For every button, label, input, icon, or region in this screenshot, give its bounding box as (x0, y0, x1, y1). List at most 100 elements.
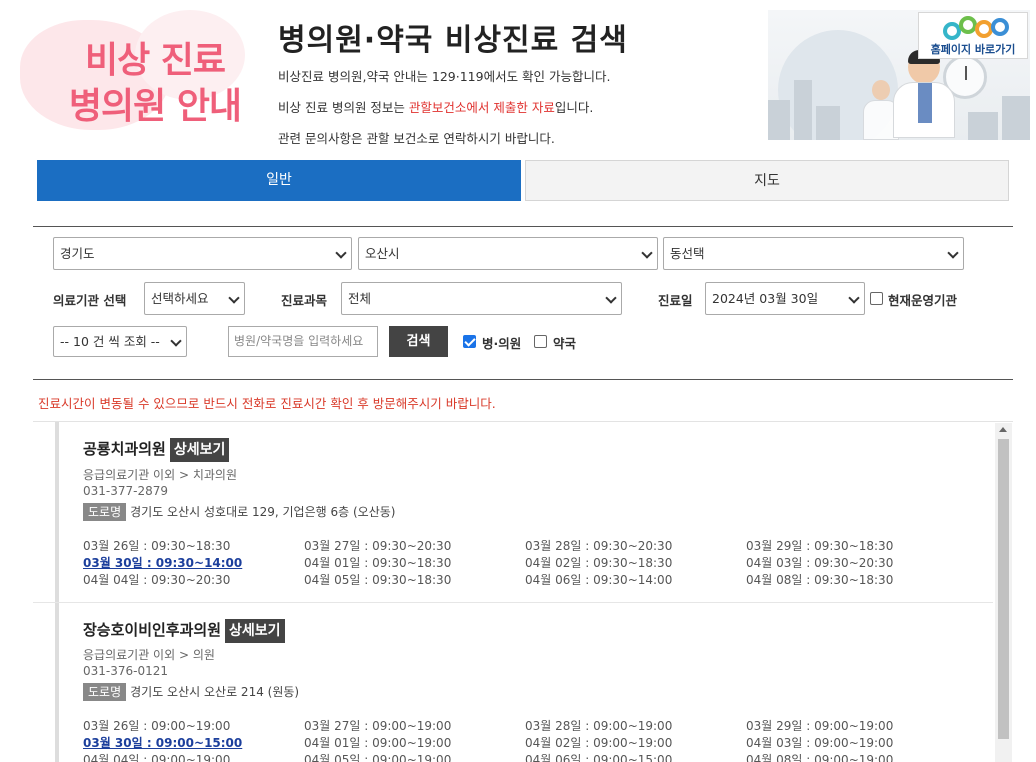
desc-text-end: 입니다. (554, 100, 594, 115)
hour-entry: 04월 03일 : 09:00~19:00 (746, 736, 894, 750)
hospital-label: 병·의원 (482, 336, 522, 351)
hour-entry: 04월 01일 : 09:30~18:30 (304, 556, 452, 570)
detail-button[interactable]: 상세보기 (169, 438, 230, 462)
province-select[interactable]: 경기도 (53, 237, 352, 270)
list-item: 공룡치과의원 상세보기 응급의료기관 이외 > 치과의원 031-377-2879… (55, 422, 995, 602)
dong-select[interactable]: 동선택 (663, 237, 964, 270)
building-shape (794, 80, 812, 140)
tab-general[interactable]: 일반 (37, 160, 521, 201)
hour-entry: 03월 28일 : 09:30~20:30 (525, 539, 673, 553)
hour-entry: 03월 26일 : 09:30~18:30 (83, 539, 231, 553)
institution-label: 의료기관 선택 (53, 293, 127, 308)
dept-label: 진료과목 (281, 293, 328, 308)
city-value: 오산시 (365, 246, 400, 261)
hour-entry: 03월 27일 : 09:00~19:00 (304, 719, 452, 733)
hour-entry-today[interactable]: 03월 30일 : 09:30~14:00 (83, 554, 242, 571)
date-label: 진료일 (658, 293, 693, 308)
building-shape (968, 112, 998, 140)
building-shape (816, 106, 840, 140)
homepage-link[interactable]: 홈페이지 바로가기 (918, 12, 1028, 59)
page-size-select[interactable]: -- 10 건 씩 조회 -- (53, 326, 187, 357)
institution-select[interactable]: 선택하세요 (144, 282, 245, 315)
institution-phone: 031-377-2879 (83, 484, 169, 498)
chevron-down-icon (641, 247, 653, 259)
hour-entry: 04월 05일 : 09:30~18:30 (304, 573, 452, 587)
building-shape (1002, 96, 1030, 140)
date-value: 2024년 03월 30일 (712, 291, 819, 306)
institution-name-text: 공룡치과의원 (83, 440, 166, 458)
hour-entry: 04월 06일 : 09:00~15:00 (525, 753, 673, 762)
institution-name: 장승호이비인후과의원 상세보기 (83, 619, 285, 643)
hour-entry: 04월 05일 : 09:00~19:00 (304, 753, 452, 762)
institution-category: 응급의료기관 이외 > 치과의원 (83, 468, 237, 482)
results-list: 공룡치과의원 상세보기 응급의료기관 이외 > 치과의원 031-377-2879… (33, 421, 1013, 762)
header: 비상 진료 병의원 안내 병의원·약국 비상진료 검색 비상진료 병의원,약국 … (0, 0, 1036, 150)
date-select[interactable]: 2024년 03월 30일 (705, 282, 865, 315)
hour-entry: 03월 26일 : 09:00~19:00 (83, 719, 231, 733)
hour-entry: 03월 29일 : 09:30~18:30 (746, 539, 894, 553)
desc-text: 비상 진료 병의원 정보는 (278, 100, 409, 115)
view-tabs: 일반 지도 (37, 160, 1009, 201)
homepage-link-label: 홈페이지 바로가기 (930, 43, 1016, 56)
hour-entry: 04월 04일 : 09:00~19:00 (83, 753, 231, 762)
dept-select[interactable]: 전체 (341, 282, 622, 315)
institution-phone: 031-376-0121 (83, 664, 169, 678)
dept-value: 전체 (348, 291, 372, 306)
hero-line-1: 비상 진료 (84, 40, 226, 81)
list-item: 장승호이비인후과의원 상세보기 응급의료기관 이외 > 의원 031-376-01… (55, 603, 995, 762)
hour-entry: 04월 03일 : 09:30~20:30 (746, 556, 894, 570)
dong-value: 동선택 (670, 246, 705, 261)
institution-value: 선택하세요 (151, 291, 209, 306)
chevron-down-icon (848, 292, 860, 304)
chevron-down-icon (228, 292, 240, 304)
hour-entry: 04월 04일 : 09:30~20:30 (83, 573, 231, 587)
hour-entry: 04월 08일 : 09:30~18:30 (746, 573, 894, 587)
detail-button[interactable]: 상세보기 (225, 619, 285, 643)
road-tag: 도로명 (83, 683, 127, 701)
city-select[interactable]: 오산시 (358, 237, 658, 270)
search-button[interactable]: 검색 (389, 326, 448, 357)
chevron-down-icon (335, 247, 347, 259)
hour-entry: 04월 08일 : 09:00~19:00 (746, 753, 894, 762)
hospital-checkbox[interactable] (463, 335, 476, 348)
scroll-up-icon[interactable] (999, 427, 1007, 432)
institution-address: 도로명 경기도 오산시 성호대로 129, 기업은행 6층 (오산동) (83, 503, 395, 521)
scrollbar-thumb[interactable] (998, 439, 1009, 739)
desc-line-1: 비상진료 병의원,약국 안내는 129·119에서도 확인 가능합니다. (278, 69, 611, 84)
hour-entry: 03월 28일 : 09:00~19:00 (525, 719, 673, 733)
chevron-down-icon (605, 292, 617, 304)
pharmacy-checkbox[interactable] (534, 335, 547, 348)
institution-name: 공룡치과의원 상세보기 (83, 438, 230, 462)
hero-title: 비상 진료 병의원 안내 (60, 38, 250, 130)
doctor-figure (893, 50, 955, 140)
results-scrollbar[interactable] (995, 423, 1012, 762)
hour-entry: 04월 06일 : 09:30~14:00 (525, 573, 673, 587)
hour-entry: 04월 02일 : 09:00~19:00 (525, 736, 673, 750)
gg-logo-icon (941, 16, 1011, 42)
hour-entry: 03월 27일 : 09:30~20:30 (304, 539, 452, 553)
divider (33, 226, 1013, 227)
address-text: 경기도 오산시 오산로 214 (원동) (130, 685, 300, 699)
chevron-down-icon (947, 247, 959, 259)
tab-map[interactable]: 지도 (525, 160, 1009, 201)
chevron-down-icon (170, 335, 182, 347)
address-text: 경기도 오산시 성호대로 129, 기업은행 6층 (오산동) (130, 505, 396, 519)
road-tag: 도로명 (83, 503, 127, 521)
desc-line-3: 관련 문의사항은 관할 보건소로 연락하시기 바랍니다. (278, 131, 555, 146)
hour-entry: 04월 01일 : 09:00~19:00 (304, 736, 452, 750)
pharmacy-label: 약국 (553, 336, 577, 351)
hour-entry-today[interactable]: 03월 30일 : 09:00~15:00 (83, 734, 242, 751)
institution-category: 응급의료기관 이외 > 의원 (83, 648, 215, 662)
page-size-value: -- 10 건 씩 조회 -- (60, 334, 160, 349)
page-title: 병의원·약국 비상진료 검색 (278, 23, 628, 58)
institution-address: 도로명 경기도 오산시 오산로 214 (원동) (83, 683, 299, 701)
notice-text: 진료시간이 변동될 수 있으므로 반드시 전화로 진료시간 확인 후 방문해주시… (38, 396, 496, 411)
desc-highlight: 관할보건소에서 제출한 자료 (408, 100, 555, 115)
institution-name-text: 장승호이비인후과의원 (83, 621, 222, 639)
hero-line-2: 병의원 안내 (68, 86, 242, 127)
divider (33, 379, 1013, 380)
desc-line-2: 비상 진료 병의원 정보는 관할보건소에서 제출한 자료입니다. (278, 97, 593, 116)
operating-checkbox[interactable] (870, 292, 883, 305)
search-input[interactable]: 병원/약국명을 입력하세요 (228, 326, 378, 357)
building-shape (768, 100, 790, 140)
